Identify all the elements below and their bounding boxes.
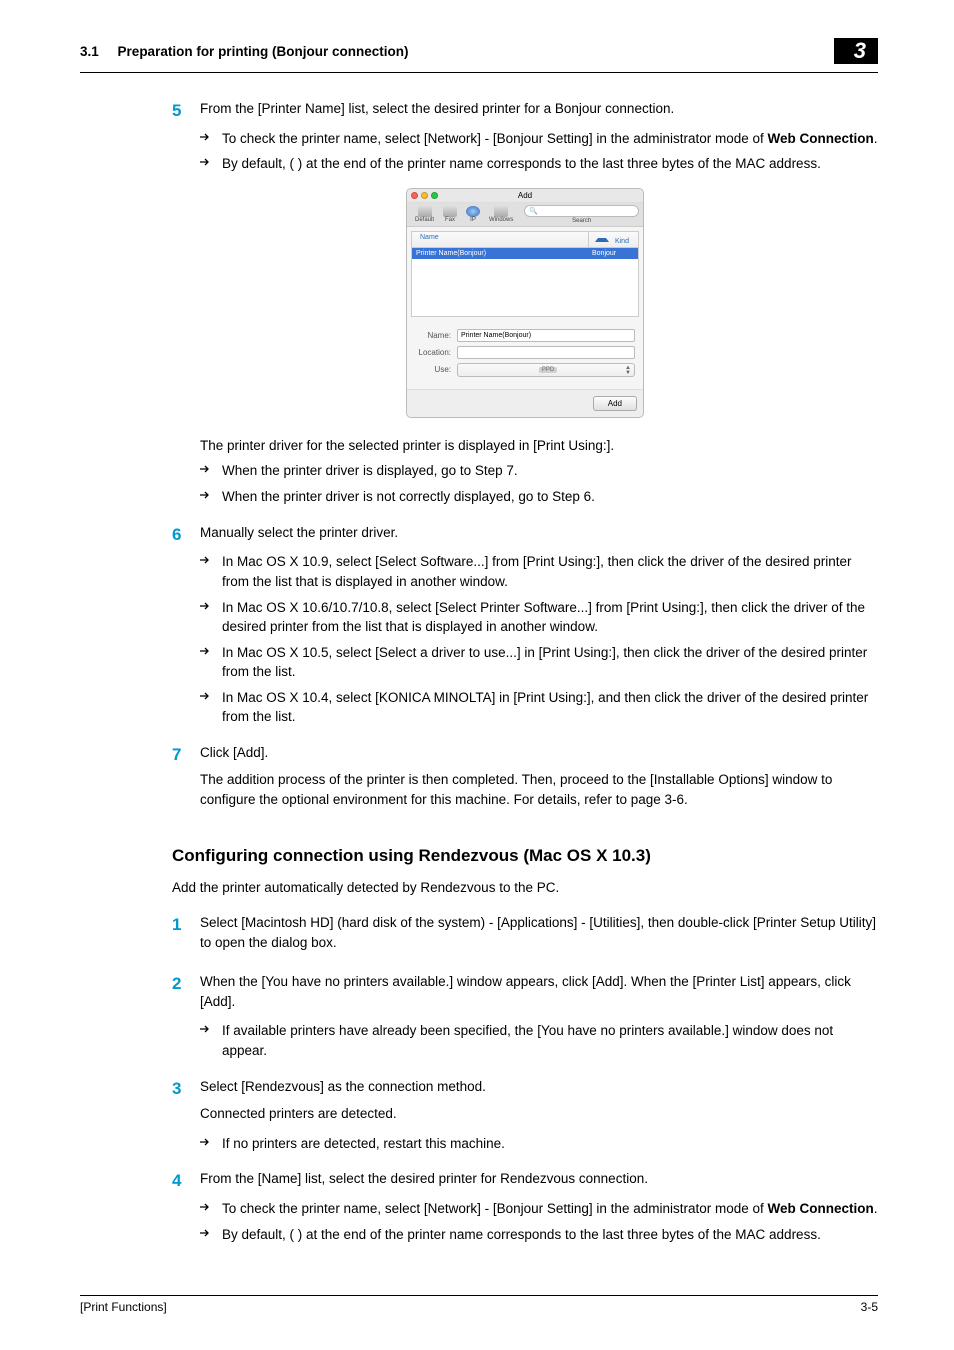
screenshot-add-printer-dialog: Add Default Fax IP Windows: [172, 188, 878, 418]
r-step-2: 2 When the [You have no printers availab…: [172, 972, 878, 1015]
printer-icon: [418, 206, 432, 217]
arrow-icon: [200, 487, 222, 507]
sub-text: If no printers are detected, restart thi…: [222, 1134, 878, 1154]
globe-icon: [466, 206, 480, 217]
sub-bullet: By default, ( ) at the end of the printe…: [172, 154, 878, 174]
footer-right: 3-5: [861, 1300, 878, 1314]
sub-bullet: When the printer driver is displayed, go…: [172, 461, 878, 481]
location-label: Location:: [415, 348, 457, 357]
ppd-badge: PPD: [539, 367, 557, 373]
use-select[interactable]: PPD ▲▼: [457, 363, 635, 377]
step-text: Select [Rendezvous] as the connection me…: [200, 1077, 878, 1097]
mac-window: Add Default Fax IP Windows: [406, 188, 644, 418]
sub-text: In Mac OS X 10.5, select [Select a drive…: [222, 643, 878, 682]
toolbar-search: Search: [524, 205, 639, 224]
location-field[interactable]: [457, 346, 635, 359]
footer-left: [Print Functions]: [80, 1300, 167, 1314]
updown-icon: ▲▼: [625, 366, 631, 376]
intro-paragraph: Add the printer automatically detected b…: [172, 878, 878, 898]
use-label: Use:: [415, 365, 457, 374]
name-field[interactable]: Printer Name(Bonjour): [457, 329, 635, 342]
step-text: From the [Name] list, select the desired…: [200, 1169, 878, 1189]
arrow-icon: [200, 643, 222, 682]
sort-up-icon: [595, 234, 609, 242]
chapter-tab: 3: [834, 38, 878, 64]
column-kind[interactable]: Kind: [588, 232, 638, 247]
arrow-icon: [200, 552, 222, 591]
sub-text: To check the printer name, select [Netwo…: [222, 129, 878, 149]
arrow-icon: [200, 461, 222, 481]
windows-icon: [494, 206, 508, 217]
arrow-icon: [200, 1199, 222, 1219]
toolbar-ip[interactable]: IP: [462, 205, 484, 224]
sub-bullet: When the printer driver is not correctly…: [172, 487, 878, 507]
arrow-icon: [200, 129, 222, 149]
sub-text: In Mac OS X 10.6/10.7/10.8, select [Sele…: [222, 598, 878, 637]
section-title: Preparation for printing (Bonjour connec…: [118, 44, 409, 59]
toolbar-default[interactable]: Default: [411, 205, 438, 224]
sub-text: In Mac OS X 10.9, select [Select Softwar…: [222, 552, 878, 591]
mac-toolbar: Default Fax IP Windows Search: [407, 203, 643, 227]
sub-text: By default, ( ) at the end of the printe…: [222, 154, 878, 174]
arrow-icon: [200, 154, 222, 174]
list-row-selected[interactable]: Printer Name(Bonjour) Bonjour: [412, 248, 638, 259]
section-number: 3.1: [80, 44, 99, 59]
fax-icon: [443, 206, 457, 217]
step-text: When the [You have no printers available…: [200, 972, 878, 1011]
mac-titlebar: Add: [407, 189, 643, 203]
step-text: Click [Add].: [200, 743, 878, 763]
search-input[interactable]: [524, 205, 639, 217]
printer-list: Name Kind Printer Name(Bonjour) Bonjour: [411, 231, 639, 317]
row-kind: Bonjour: [588, 248, 638, 259]
sub-text: If available printers have already been …: [222, 1021, 878, 1060]
heading-rendezvous: Configuring connection using Rendezvous …: [172, 846, 878, 866]
sub-bullet: To check the printer name, select [Netwo…: [172, 129, 878, 149]
step-number: 6: [172, 523, 200, 547]
column-name[interactable]: Name: [412, 232, 588, 247]
step-number: 3: [172, 1077, 200, 1128]
step-number: 5: [172, 99, 200, 123]
sub-text: When the printer driver is displayed, go…: [222, 461, 878, 481]
arrow-icon: [200, 598, 222, 637]
section-header: 3.1 Preparation for printing (Bonjour co…: [80, 44, 409, 59]
paragraph: The addition process of the printer is t…: [200, 770, 878, 809]
toolbar-fax[interactable]: Fax: [439, 205, 461, 224]
sub-bullet: To check the printer name, select [Netwo…: [172, 1199, 878, 1219]
r-step-3: 3 Select [Rendezvous] as the connection …: [172, 1077, 878, 1128]
r-step-1: 1 Select [Macintosh HD] (hard disk of th…: [172, 913, 878, 956]
step-5: 5 From the [Printer Name] list, select t…: [172, 99, 878, 123]
step-text: Select [Macintosh HD] (hard disk of the …: [200, 913, 878, 952]
row-printer-name: Printer Name(Bonjour): [412, 248, 588, 259]
sub-text: By default, ( ) at the end of the printe…: [222, 1225, 878, 1245]
arrow-icon: [200, 1225, 222, 1245]
page-footer: [Print Functions] 3-5: [80, 1295, 878, 1314]
add-button[interactable]: Add: [593, 396, 637, 411]
search-label: Search: [572, 218, 591, 224]
step-number: 1: [172, 913, 200, 956]
step-7: 7 Click [Add]. The addition process of t…: [172, 743, 878, 814]
name-label: Name:: [415, 331, 457, 340]
paragraph: Connected printers are detected.: [200, 1104, 878, 1124]
step-number: 7: [172, 743, 200, 814]
step-number: 2: [172, 972, 200, 1015]
step-number: 4: [172, 1169, 200, 1193]
header-rule: [80, 72, 878, 73]
step-text: From the [Printer Name] list, select the…: [200, 99, 878, 119]
toolbar-windows[interactable]: Windows: [485, 205, 517, 224]
arrow-icon: [200, 1134, 222, 1154]
step-text: Manually select the printer driver.: [200, 523, 878, 543]
paragraph: The printer driver for the selected prin…: [200, 436, 878, 456]
arrow-icon: [200, 688, 222, 727]
step-6: 6 Manually select the printer driver.: [172, 523, 878, 547]
sub-text: To check the printer name, select [Netwo…: [222, 1199, 878, 1219]
sub-text: In Mac OS X 10.4, select [KONICA MINOLTA…: [222, 688, 878, 727]
window-title: Add: [407, 191, 643, 200]
sub-text: When the printer driver is not correctly…: [222, 487, 878, 507]
r-step-4: 4 From the [Name] list, select the desir…: [172, 1169, 878, 1193]
arrow-icon: [200, 1021, 222, 1060]
